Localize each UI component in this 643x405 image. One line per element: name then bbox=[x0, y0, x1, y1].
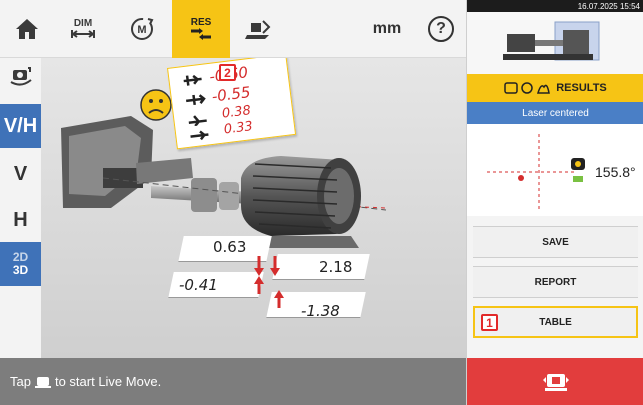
hint-text-before: Tap bbox=[10, 374, 31, 389]
foot-top-left-value: 0.63 bbox=[213, 238, 247, 256]
foot-bottom-right-value: -1.38 bbox=[301, 302, 340, 320]
foot-adjust-arrows bbox=[254, 256, 284, 308]
report-button[interactable]: REPORT bbox=[473, 266, 638, 298]
move-button[interactable] bbox=[230, 0, 286, 58]
dimension-arrow-icon bbox=[71, 30, 95, 38]
horizontal-angle-icon bbox=[188, 115, 207, 127]
machine-thumbnail-icon bbox=[503, 21, 600, 61]
sad-face-icon bbox=[140, 89, 172, 121]
laser-status-text: Laser centered bbox=[522, 107, 589, 119]
3d-label: 3D bbox=[12, 263, 29, 277]
unit-button[interactable]: mm bbox=[358, 0, 416, 58]
results-tab-button[interactable]: RES bbox=[172, 0, 230, 58]
laser-status-bar: Laser centered bbox=[467, 102, 643, 124]
home-icon bbox=[16, 19, 38, 39]
hint-text-after: to start Live Move. bbox=[54, 374, 162, 389]
datetime-readout: 16.07.2025 15:54 bbox=[577, 1, 640, 11]
view-rotate-button[interactable] bbox=[0, 58, 41, 92]
save-label: SAVE bbox=[542, 236, 569, 248]
results-alignment-icon bbox=[191, 28, 211, 40]
machine-move-icon bbox=[245, 20, 271, 39]
machine-thumbnail[interactable] bbox=[467, 12, 643, 74]
unit-label: mm bbox=[372, 20, 402, 37]
live-move-button[interactable] bbox=[467, 358, 643, 405]
2d-label: 2D bbox=[12, 250, 29, 264]
h-view-button[interactable]: H bbox=[0, 200, 41, 240]
results-header: RESULTS bbox=[467, 74, 643, 102]
measure-label: M bbox=[137, 24, 146, 36]
vh-view-button[interactable]: V/H bbox=[0, 104, 41, 148]
top-toolbar: DIM M RES mm ? bbox=[0, 0, 466, 58]
status-hint-bar: Tap to start Live Move. bbox=[0, 358, 466, 405]
callout-badge-1: 1 bbox=[481, 314, 498, 331]
foot-top-right-value: 2.18 bbox=[319, 258, 353, 276]
home-button[interactable] bbox=[0, 0, 54, 58]
foot-bottom-left-value: -0.41 bbox=[179, 276, 218, 294]
callout-badge-2: 2 bbox=[219, 64, 236, 81]
camera-rotate-icon bbox=[9, 67, 32, 86]
laser-target-display: 155.8° bbox=[467, 124, 643, 216]
dim-button[interactable]: DIM bbox=[54, 0, 112, 58]
table-label: TABLE bbox=[539, 316, 572, 328]
live-move-icon bbox=[542, 373, 569, 391]
measure-rotation-icon: M bbox=[131, 18, 154, 40]
v-view-button[interactable]: V bbox=[0, 154, 41, 194]
vertical-offset-icon bbox=[186, 94, 206, 106]
h-label: H bbox=[13, 208, 28, 231]
results-label: RESULTS bbox=[556, 82, 607, 94]
help-button[interactable]: ? bbox=[416, 0, 466, 58]
help-icon: ? bbox=[428, 16, 454, 42]
vertical-angle-icon bbox=[183, 74, 202, 86]
dim-label: DIM bbox=[73, 18, 93, 29]
left-sidebar: V/H V H 2D 3D bbox=[0, 58, 41, 358]
results-status-icons bbox=[504, 82, 551, 94]
2d-3d-toggle[interactable]: 2D 3D bbox=[0, 242, 41, 286]
v-label: V bbox=[13, 162, 28, 185]
vh-label: V/H bbox=[3, 114, 38, 137]
alignment-viewport: -0.60 -0.55 0.38 0.33 2 0.63 2.18 -0.41 … bbox=[41, 58, 466, 358]
right-panel: 16.07.2025 15:54 RESULTS Laser centered bbox=[466, 0, 643, 405]
sensor-angle-value: 155.8° bbox=[595, 164, 636, 180]
measure-button[interactable]: M bbox=[112, 0, 172, 58]
save-button[interactable]: SAVE bbox=[473, 226, 638, 258]
horizontal-offset-icon bbox=[190, 130, 209, 141]
live-move-icon bbox=[34, 376, 51, 388]
vertical-offset-value: -0.55 bbox=[210, 83, 252, 106]
report-label: REPORT bbox=[534, 276, 577, 288]
horizontal-offset-value: 0.33 bbox=[223, 119, 254, 138]
system-status-bar: 16.07.2025 15:54 bbox=[467, 0, 643, 12]
res-label: RES bbox=[190, 17, 212, 28]
coupling bbox=[191, 178, 239, 212]
